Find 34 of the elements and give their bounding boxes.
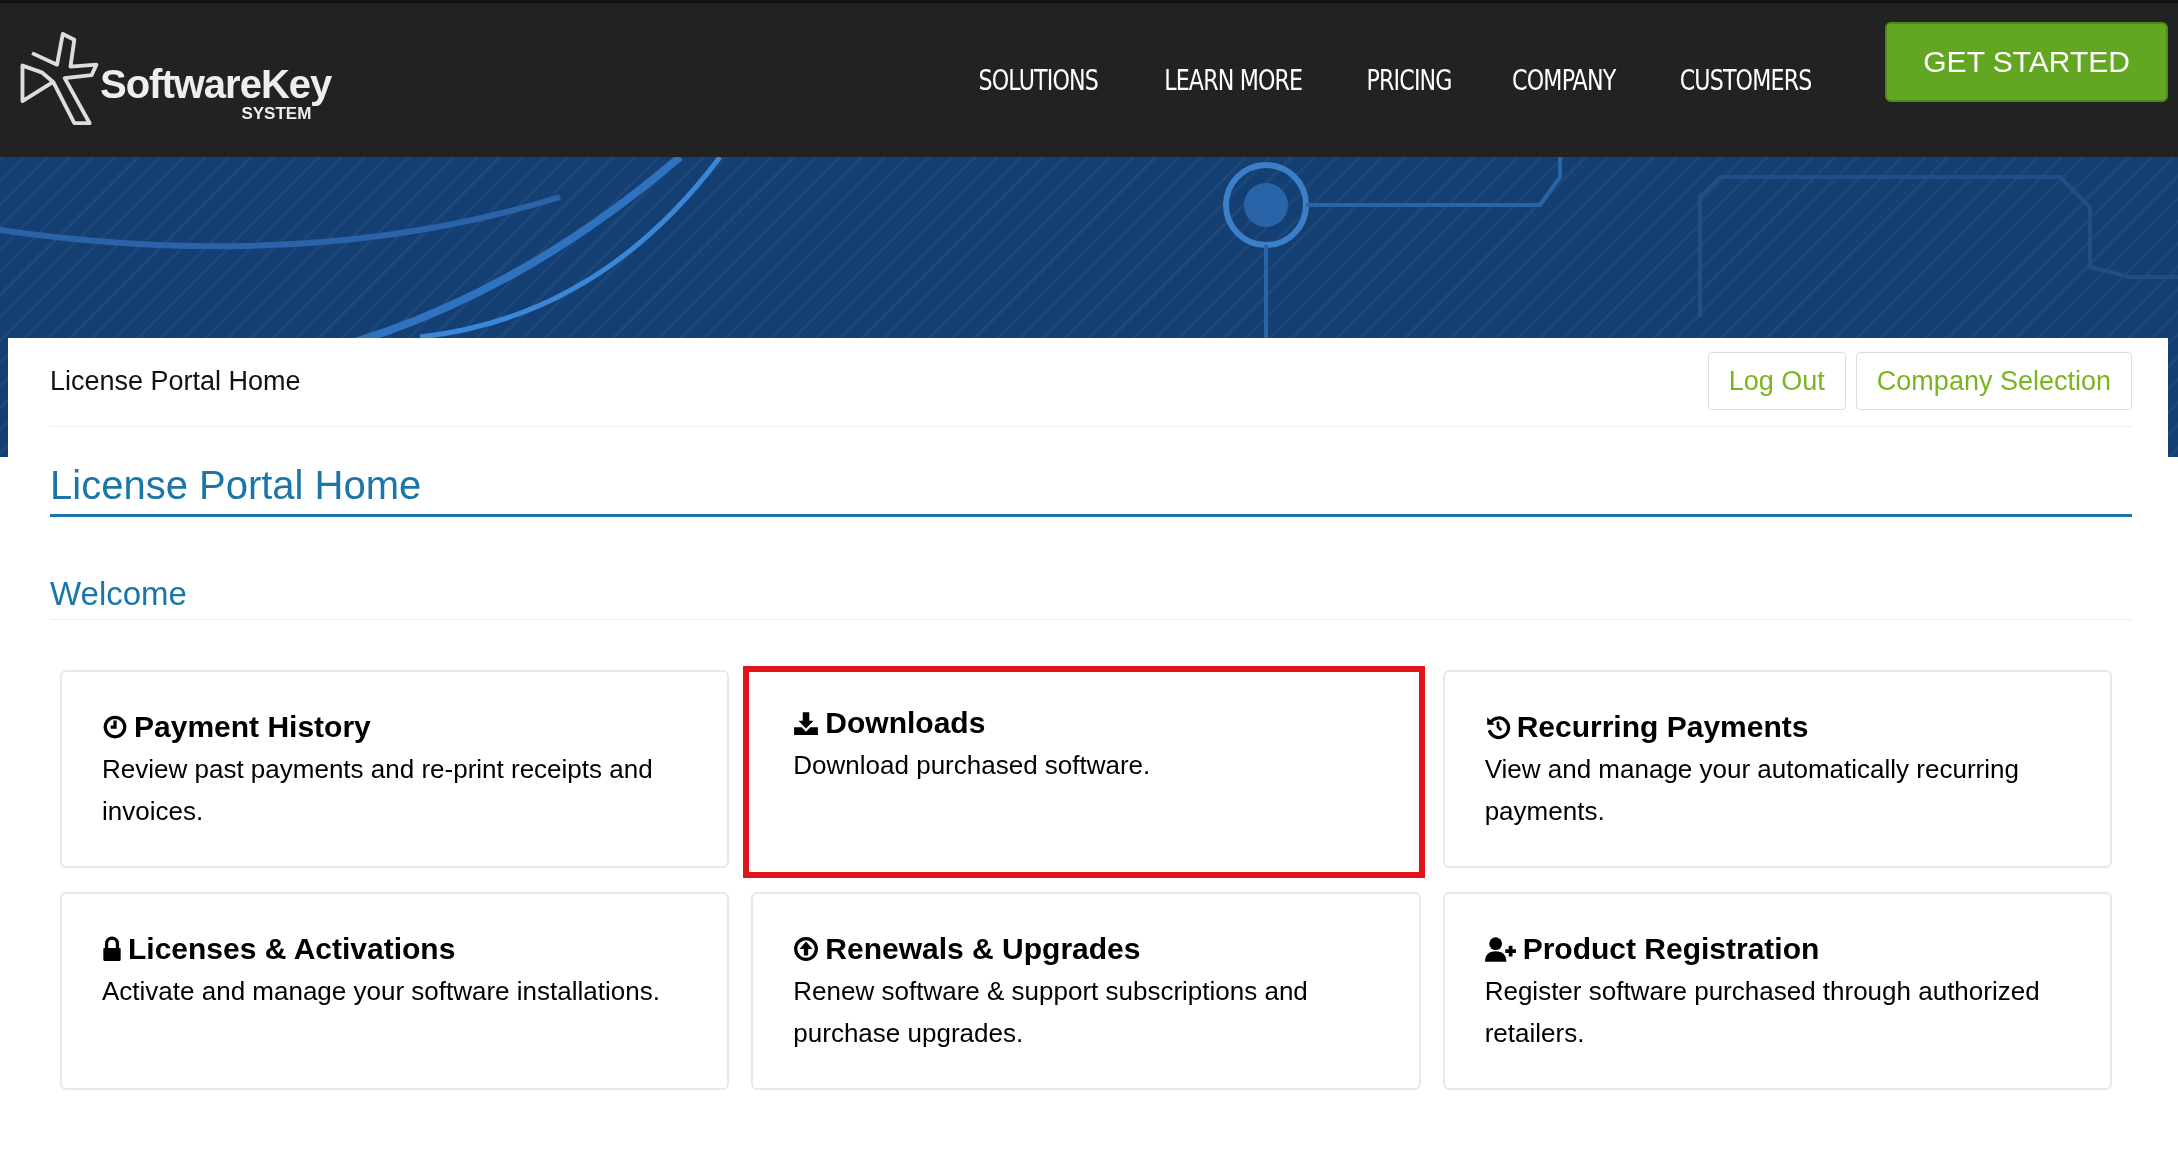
clock-icon [102,714,128,740]
card-description: Renew software & support subscriptions and purchase upgrades. [793,975,1309,1050]
history-icon [1484,714,1511,740]
card-description: Download purchased software. [793,749,1152,782]
nav-link[interactable]: CUSTOMERS [1679,63,1812,97]
card-description: Register software purchased through authorized retailers. [1484,975,2041,1050]
portal-card[interactable]: Renewals & Upgrades Renew software & support subscriptions and purchase upgrades. [751,892,1421,1090]
portal-card[interactable]: Licenses & Activations Activate and manage your software installations. [60,892,730,1090]
nav-link[interactable]: LEARN MORE [1164,63,1303,97]
card-title: Payment History [134,710,371,744]
download-icon [793,710,820,736]
page-title: License Portal Home [50,463,2132,517]
card-description: Review past payments and re-print receipts and invoices. [102,753,654,828]
nav-link[interactable]: SOLUTIONS [978,63,1098,97]
card-title: Downloads [825,706,986,740]
section-title: Welcome [50,575,2132,620]
card-description: View and manage your automatically recurring payments. [1484,753,2020,828]
card-description: Activate and manage your software installations. [102,975,661,1008]
user-plus-icon [1484,936,1517,962]
portal-card[interactable]: Payment History Review past payments and re-print receipts and invoices. [60,670,730,868]
breadcrumb: License Portal Home [50,365,301,397]
card-title: Licenses & Activations [128,932,456,966]
portal-card[interactable]: Downloads Download purchased software. [743,666,1425,878]
nav-link[interactable]: PRICING [1366,63,1452,97]
portal-card[interactable]: Recurring Payments View and manage your automatically recurring payments. [1442,670,2112,868]
logo-subtitle: SYSTEM [241,104,312,124]
card-title: Renewals & Upgrades [825,932,1141,966]
nav-link[interactable]: COMPANY [1511,63,1616,97]
portal-card[interactable]: Product Registration Register software purchased through authorized retailers. [1442,892,2112,1090]
logo-wordmark: SoftwareKey [100,64,332,104]
card-title: Recurring Payments [1516,710,1809,744]
lock-icon [102,936,122,962]
arrow-up-circle-icon [793,936,820,962]
card-title: Product Registration [1522,932,1820,966]
